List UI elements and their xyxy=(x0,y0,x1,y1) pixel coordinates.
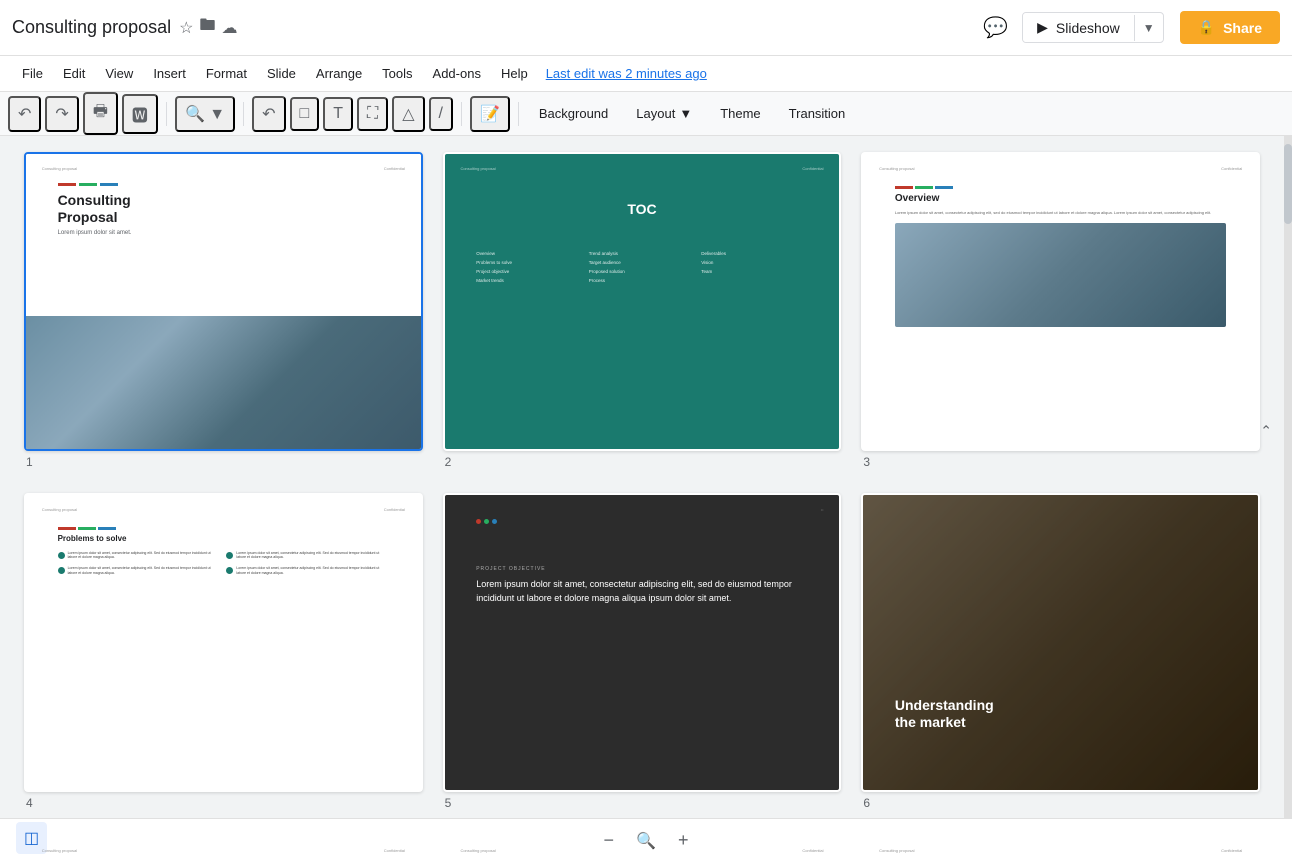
menu-bar: File Edit View Insert Format Slide Arran… xyxy=(0,56,1292,92)
menu-insert[interactable]: Insert xyxy=(143,62,196,85)
slide-number-4: 4 xyxy=(24,796,423,810)
slide-thumb-2[interactable]: Consulting proposal Confidential TOC Ove… xyxy=(443,152,842,451)
right-scrollbar[interactable] xyxy=(1284,136,1292,862)
theme-button[interactable]: Theme xyxy=(708,101,772,126)
menu-addons[interactable]: Add-ons xyxy=(423,62,491,85)
slide-item-2[interactable]: Consulting proposal Confidential TOC Ove… xyxy=(443,152,842,469)
text-button[interactable]: T xyxy=(323,97,353,131)
slide-number-3: 3 xyxy=(861,455,1260,469)
comment-button[interactable]: 💬 xyxy=(977,9,1014,46)
slide-number-1: 1 xyxy=(24,455,423,469)
scrollbar-thumb[interactable] xyxy=(1284,144,1292,224)
line-button[interactable]: / xyxy=(429,97,453,131)
redo-button[interactable]: ↷ xyxy=(45,96,78,132)
transition-label: Transition xyxy=(789,106,846,121)
divider-3 xyxy=(461,102,462,126)
slide-item-1[interactable]: Consulting proposal Confidential Consult… xyxy=(24,152,423,469)
main-content: Consulting proposal Confidential Consult… xyxy=(0,136,1292,862)
share-label: Share xyxy=(1223,20,1262,36)
toolbar: ↶ ↷ 🖶 🆆 🔍 ▼ ↶ □ T ⛶ △ / 📝 Background Lay… xyxy=(0,92,1292,136)
slide-item-6[interactable]: Understandingthe market 6 xyxy=(861,493,1260,810)
slide-thumb-3[interactable]: Consulting proposalConfidential Overview… xyxy=(861,152,1260,451)
slideshow-dropdown-button[interactable]: ▼ xyxy=(1134,15,1163,41)
slide-number-5: 5 xyxy=(443,796,842,810)
share-button[interactable]: 🔒 Share xyxy=(1180,11,1280,44)
slideshow-label: Slideshow xyxy=(1056,20,1120,36)
menu-file[interactable]: File xyxy=(12,62,53,85)
undo-button[interactable]: ↶ xyxy=(8,96,41,132)
star-icon[interactable]: ☆ xyxy=(179,18,193,38)
background-label: Background xyxy=(539,106,608,121)
slide-thumb-1[interactable]: Consulting proposal Confidential Consult… xyxy=(24,152,423,451)
lock-icon: 🔒 xyxy=(1198,19,1215,36)
background-button[interactable]: Background xyxy=(527,101,620,126)
slide-thumb-5[interactable]: •• Project objective Lorem ipsum dolor s… xyxy=(443,493,842,792)
grid-icon: ◫ xyxy=(24,830,39,847)
slide-number-2: 2 xyxy=(443,455,842,469)
slide-grid[interactable]: Consulting proposal Confidential Consult… xyxy=(0,136,1284,862)
menu-help[interactable]: Help xyxy=(491,62,538,85)
slide-number-6: 6 xyxy=(861,796,1260,810)
slideshow-button-group: ▶ Slideshow ▼ xyxy=(1022,12,1164,43)
divider-4 xyxy=(518,102,519,126)
app-title: Consulting proposal xyxy=(12,17,171,38)
transition-button[interactable]: Transition xyxy=(777,101,858,126)
menu-view[interactable]: View xyxy=(95,62,143,85)
speaker-notes-button[interactable]: 📝 xyxy=(470,96,510,132)
slide-item-5[interactable]: •• Project objective Lorem ipsum dolor s… xyxy=(443,493,842,810)
divider-2 xyxy=(243,102,244,126)
menu-arrange[interactable]: Arrange xyxy=(306,62,372,85)
play-icon: ▶ xyxy=(1037,19,1048,36)
select-button[interactable]: □ xyxy=(290,97,320,131)
title-icons: ☆ 🖿 ☁ xyxy=(179,14,237,41)
shape-button[interactable]: △ xyxy=(392,96,424,132)
top-bar: Consulting proposal ☆ 🖿 ☁ 💬 ▶ Slideshow … xyxy=(0,0,1292,56)
slide-item-3[interactable]: Consulting proposalConfidential Overview… xyxy=(861,152,1260,469)
menu-slide[interactable]: Slide xyxy=(257,62,306,85)
slideshow-main-button[interactable]: ▶ Slideshow xyxy=(1023,13,1134,42)
slide-item-4[interactable]: Consulting proposal Confidential Problem… xyxy=(24,493,423,810)
zoom-button[interactable]: 🔍 ▼ xyxy=(175,96,235,132)
layout-label: Layout xyxy=(636,106,675,121)
menu-format[interactable]: Format xyxy=(196,62,257,85)
theme-label: Theme xyxy=(720,106,760,121)
image-button[interactable]: ⛶ xyxy=(357,97,388,131)
layout-chevron-icon: ▼ xyxy=(679,106,692,121)
last-edit[interactable]: Last edit was 2 minutes ago xyxy=(546,66,707,81)
folder-icon[interactable]: 🖿 xyxy=(199,14,215,41)
cloud-icon[interactable]: ☁ xyxy=(221,18,237,38)
slide-thumb-4[interactable]: Consulting proposal Confidential Problem… xyxy=(24,493,423,792)
layout-button[interactable]: Layout ▼ xyxy=(624,101,704,126)
bottom-bar: ◫ − 🔍 + xyxy=(0,818,1292,862)
slides-container: Consulting proposal Confidential Consult… xyxy=(24,152,1260,862)
divider-1 xyxy=(166,102,167,126)
cursor-button[interactable]: ↶ xyxy=(252,96,285,132)
slide-thumb-6[interactable]: Understandingthe market xyxy=(861,493,1260,792)
menu-tools[interactable]: Tools xyxy=(372,62,422,85)
print-button[interactable]: 🖶 xyxy=(83,92,118,135)
menu-edit[interactable]: Edit xyxy=(53,62,95,85)
paint-format-button[interactable]: 🆆 xyxy=(122,94,158,134)
